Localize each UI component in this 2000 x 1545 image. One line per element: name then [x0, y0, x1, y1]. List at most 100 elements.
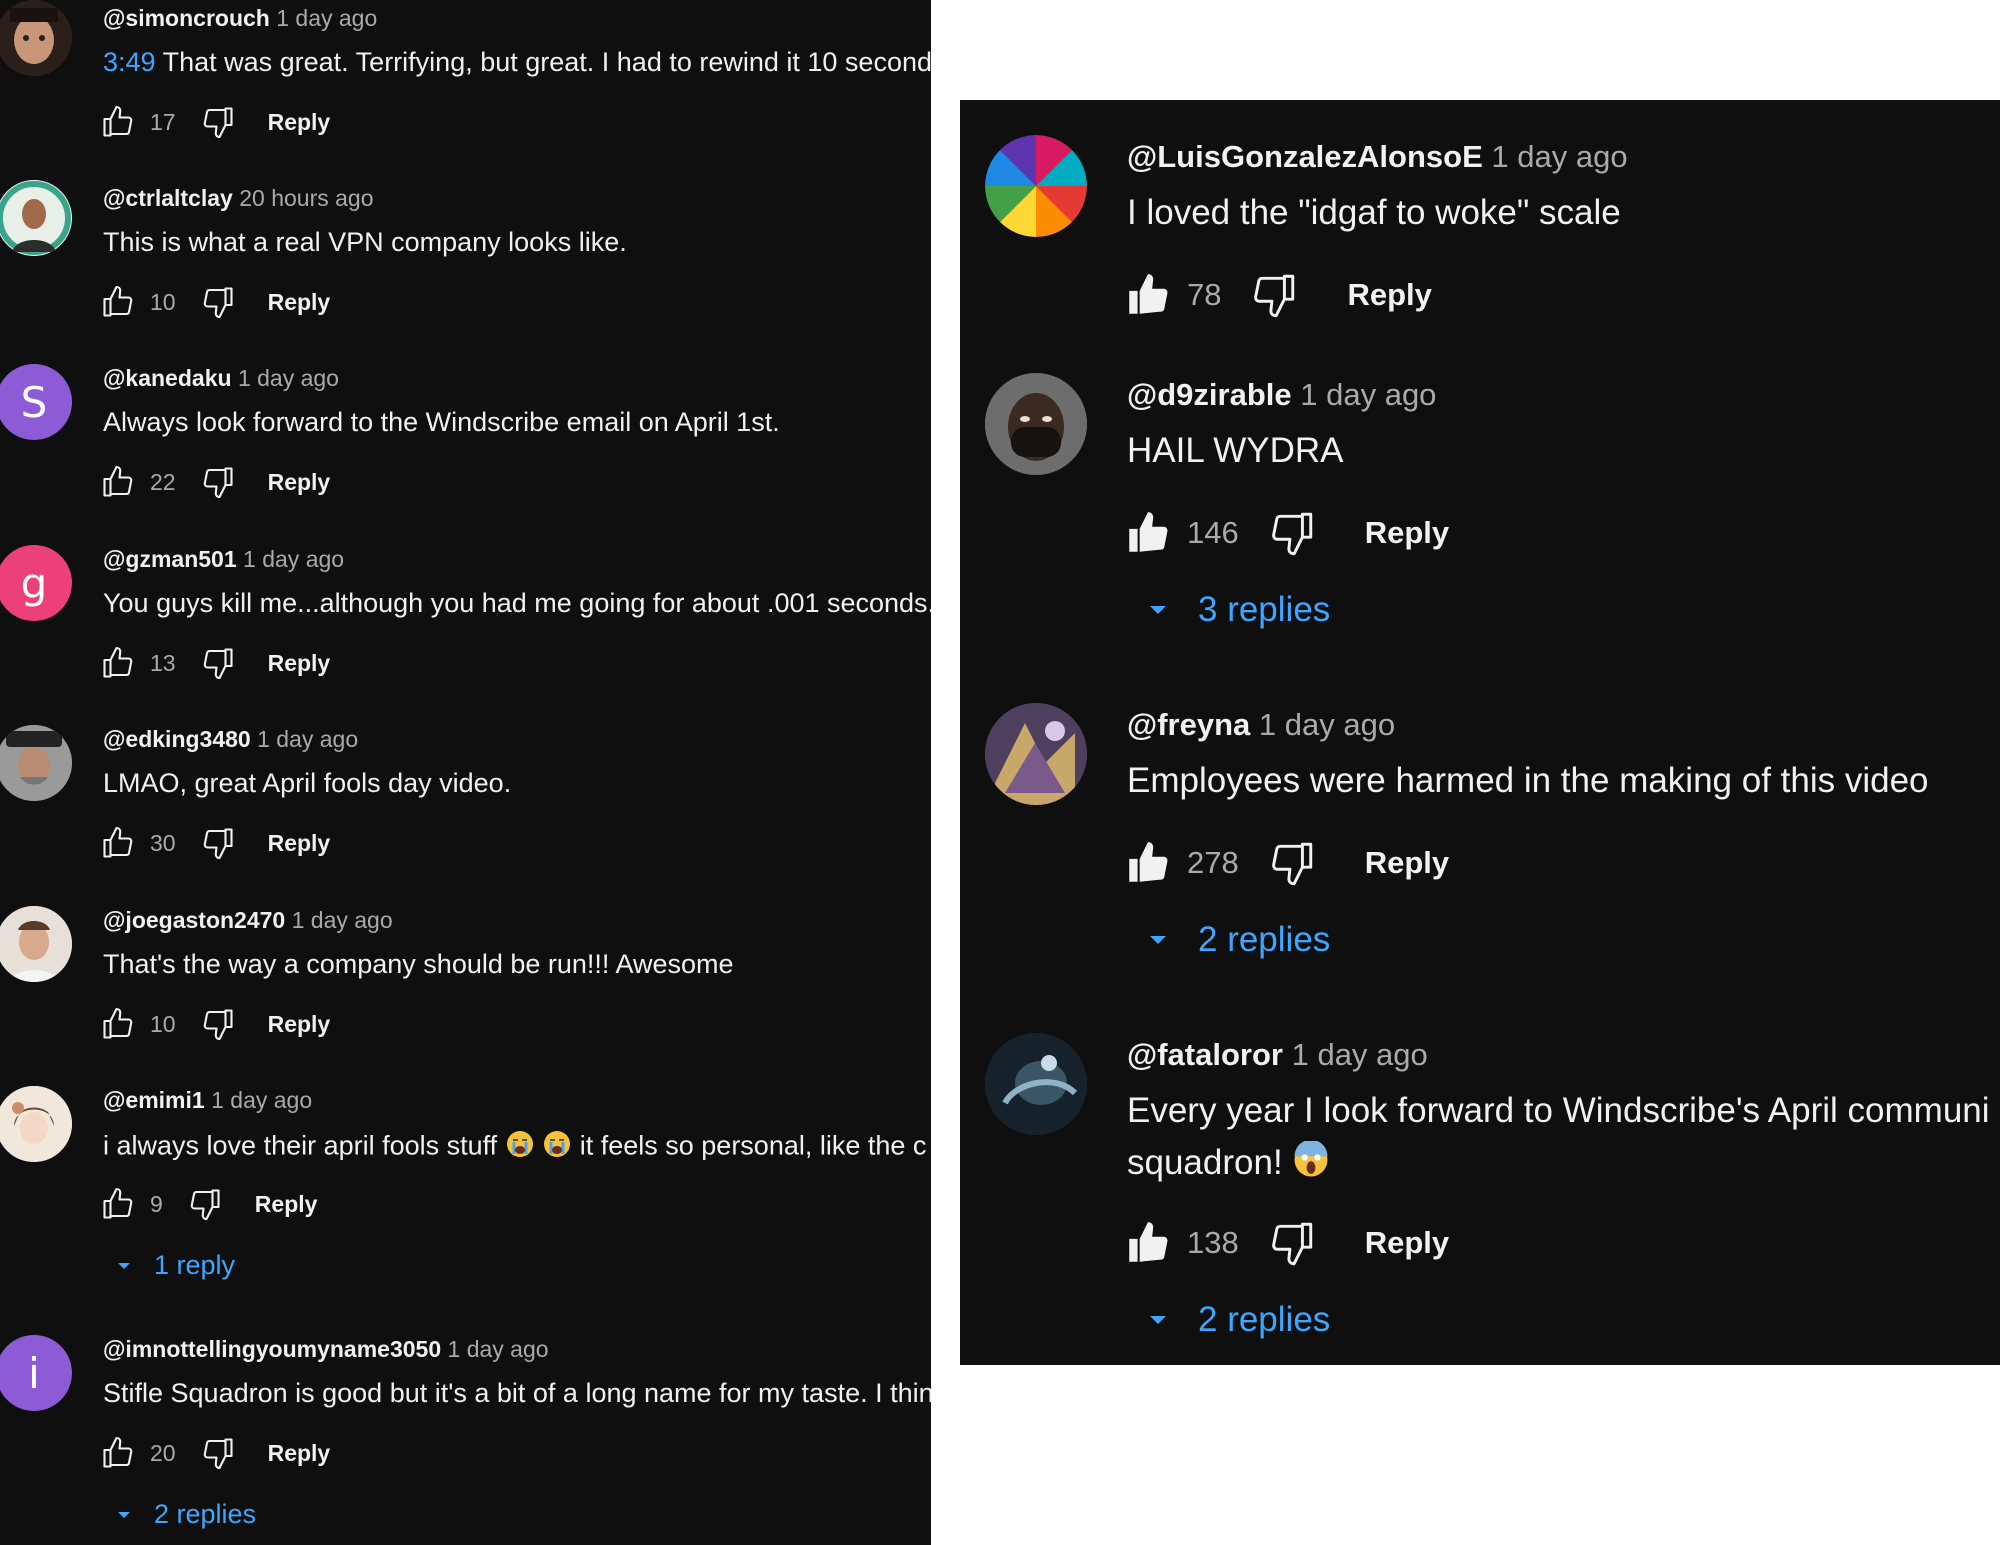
photo-avatar-icon[interactable] [0, 1086, 72, 1162]
comment-time[interactable]: 1 day ago [1292, 1037, 1428, 1072]
comment-text: I loved the "idgaf to woke" scale [1127, 193, 1621, 232]
comment-time[interactable]: 1 day ago [257, 726, 358, 752]
comment-time[interactable]: 20 hours ago [239, 185, 373, 211]
caret-down-icon [1142, 924, 1174, 956]
dislike-icon[interactable] [200, 1435, 236, 1471]
like-icon[interactable] [100, 284, 136, 320]
comment-body: That was great. Terrifying, but great. I… [162, 47, 931, 77]
reply-button[interactable]: Reply [1365, 845, 1449, 881]
dislike-icon[interactable] [200, 1006, 236, 1042]
comment-time[interactable]: 1 day ago [243, 546, 344, 572]
comment-time[interactable]: 1 day ago [1491, 139, 1627, 174]
comment-text: Stifle Squadron is good but it's a bit o… [103, 1378, 931, 1408]
comment-time[interactable]: 1 day ago [238, 365, 339, 391]
dislike-icon[interactable] [200, 825, 236, 861]
like-icon[interactable] [100, 645, 136, 681]
dislike-icon[interactable] [200, 284, 236, 320]
comment-time[interactable]: 1 day ago [292, 907, 393, 933]
letter-avatar[interactable]: i [0, 1335, 72, 1411]
comment-header: @fataloror 1 day ago [1127, 1037, 1428, 1073]
like-count: 138 [1187, 1225, 1239, 1260]
view-replies-button[interactable]: 2 replies [112, 1499, 256, 1530]
comment-author[interactable]: @edking3480 [103, 726, 251, 752]
comment-author[interactable]: @joegaston2470 [103, 907, 285, 933]
comment-text-line1: Every year I look forward to Windscribe'… [1127, 1091, 1990, 1130]
letter-avatar[interactable]: S [0, 364, 72, 440]
view-replies-button[interactable]: 2 replies [1142, 920, 1330, 960]
dislike-icon[interactable] [1267, 508, 1317, 558]
dislike-icon[interactable] [1267, 1218, 1317, 1268]
like-icon[interactable] [100, 104, 136, 140]
pinwheel-avatar-icon[interactable] [985, 135, 1087, 237]
like-icon[interactable] [100, 825, 136, 861]
dislike-icon[interactable] [1267, 838, 1317, 888]
like-icon-filled[interactable] [1123, 270, 1173, 320]
dislike-icon[interactable] [200, 645, 236, 681]
like-icon[interactable] [100, 1435, 136, 1471]
reply-button[interactable]: Reply [268, 109, 331, 136]
comment-actions: 10 Reply [100, 284, 330, 320]
like-icon[interactable] [100, 464, 136, 500]
comment-author[interactable]: @kanedaku [103, 365, 232, 391]
reply-button[interactable]: Reply [1365, 1225, 1449, 1261]
caret-down-icon [1142, 1304, 1174, 1336]
dislike-icon[interactable] [1249, 270, 1299, 320]
reply-button[interactable]: Reply [268, 650, 331, 677]
reply-button[interactable]: Reply [1365, 515, 1449, 551]
photo-avatar-icon[interactable] [985, 703, 1087, 805]
photo-avatar-icon[interactable] [985, 1033, 1087, 1135]
like-count: 9 [150, 1190, 163, 1217]
timestamp-link[interactable]: 3:49 [103, 47, 156, 77]
photo-avatar-icon[interactable] [0, 180, 72, 256]
comment-author[interactable]: @LuisGonzalezAlonsoE [1127, 139, 1483, 174]
comment-time[interactable]: 1 day ago [1259, 707, 1395, 742]
dislike-icon[interactable] [200, 104, 236, 140]
reply-button[interactable]: Reply [268, 1440, 331, 1467]
photo-avatar-icon[interactable] [985, 373, 1087, 475]
comment-actions: 9 Reply [100, 1186, 317, 1222]
photo-avatar-icon[interactable] [0, 725, 72, 801]
comment-author[interactable]: @simoncrouch [103, 5, 270, 31]
like-icon[interactable] [100, 1006, 136, 1042]
comment-text: LMAO, great April fools day video. [103, 768, 512, 798]
comment-author[interactable]: @ctrlaltclay [103, 185, 233, 211]
comment-author[interactable]: @d9zirable [1127, 377, 1292, 412]
view-replies-button[interactable]: 3 replies [1142, 590, 1330, 630]
like-count: 17 [150, 108, 176, 135]
dislike-icon[interactable] [200, 464, 236, 500]
photo-avatar-icon[interactable] [0, 906, 72, 982]
reply-button[interactable]: Reply [268, 469, 331, 496]
comment-author[interactable]: @emimi1 [103, 1087, 205, 1113]
view-replies-button[interactable]: 2 replies [1142, 1300, 1330, 1340]
comment-header: @kanedaku 1 day ago [103, 365, 339, 392]
comment-time[interactable]: 1 day ago [276, 5, 377, 31]
comment-time[interactable]: 1 day ago [1300, 377, 1436, 412]
like-count: 20 [150, 1439, 176, 1466]
comment-actions: 17 Reply [100, 104, 330, 140]
like-icon-filled[interactable] [1123, 1218, 1173, 1268]
comment-luisgonzalezalonsoe: @LuisGonzalezAlonsoE 1 day ago I loved t… [960, 100, 2000, 330]
reply-button[interactable]: Reply [255, 1191, 318, 1218]
letter-avatar[interactable]: g [0, 545, 72, 621]
like-icon-filled[interactable] [1123, 508, 1173, 558]
like-icon-filled[interactable] [1123, 838, 1173, 888]
replies-label: 3 replies [1198, 590, 1331, 629]
comment-author[interactable]: @gzman501 [103, 546, 237, 572]
comment-author[interactable]: @imnottellingyoumyname3050 [103, 1336, 441, 1362]
comment-time[interactable]: 1 day ago [211, 1087, 312, 1113]
comment-author[interactable]: @freyna [1127, 707, 1250, 742]
comment-edking3480: @edking3480 1 day ago LMAO, great April … [0, 721, 931, 881]
view-replies-button[interactable]: 1 reply [112, 1250, 235, 1281]
like-icon[interactable] [100, 1186, 136, 1222]
right-comments-panel: @LuisGonzalezAlonsoE 1 day ago I loved t… [960, 100, 2000, 1365]
reply-button[interactable]: Reply [1347, 277, 1431, 313]
replies-label: 2 replies [1198, 1300, 1331, 1339]
dislike-icon[interactable] [187, 1186, 223, 1222]
photo-avatar-icon[interactable] [0, 0, 72, 76]
comment-actions: 13 Reply [100, 645, 330, 681]
comment-author[interactable]: @fataloror [1127, 1037, 1283, 1072]
comment-time[interactable]: 1 day ago [448, 1336, 549, 1362]
reply-button[interactable]: Reply [268, 830, 331, 857]
reply-button[interactable]: Reply [268, 289, 331, 316]
reply-button[interactable]: Reply [268, 1011, 331, 1038]
